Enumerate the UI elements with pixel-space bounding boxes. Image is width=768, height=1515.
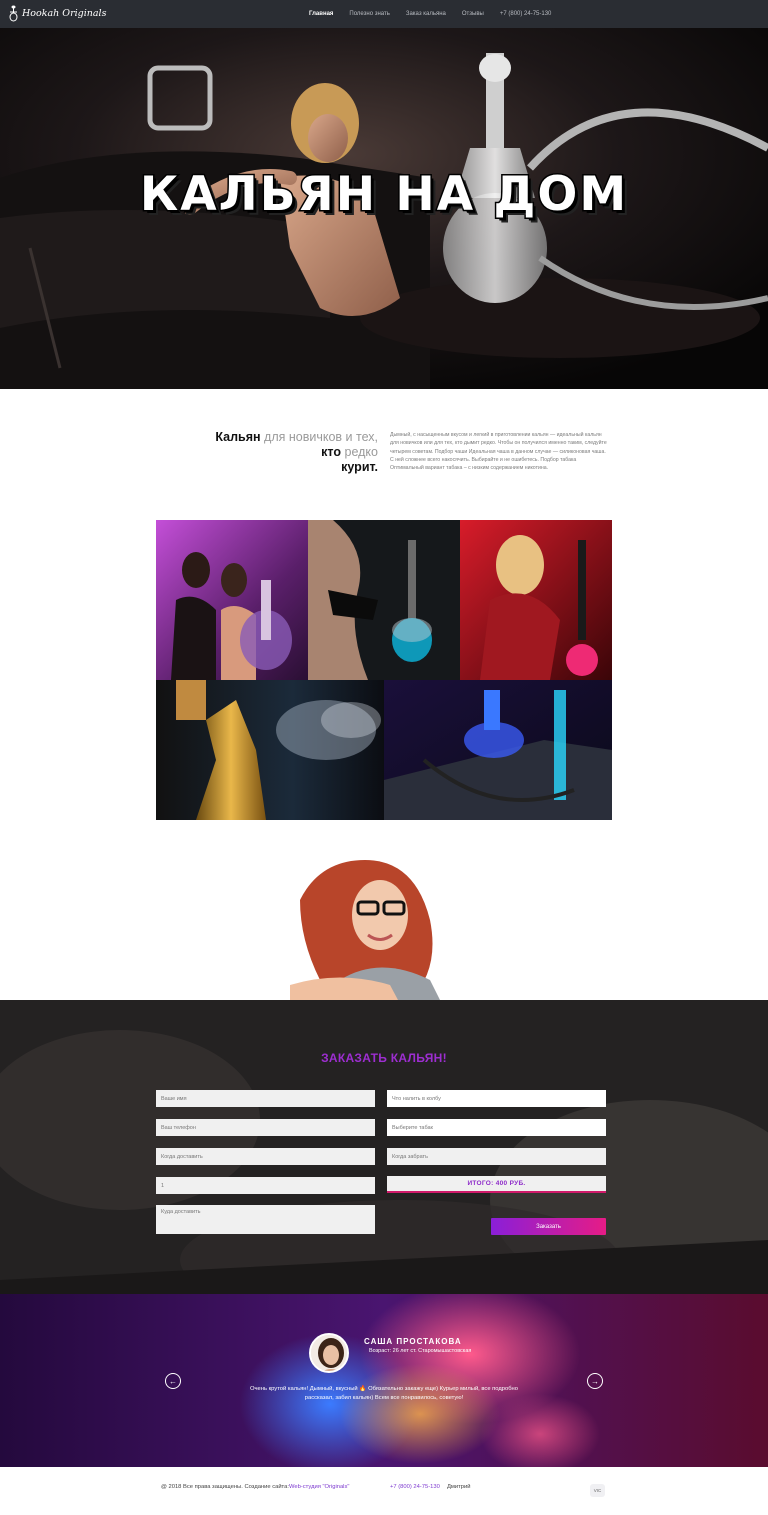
reviewer-info: Возраст: 26 лет ст. Старомышастовская — [369, 1348, 472, 1354]
order-background — [0, 1000, 768, 1294]
hookah-logo-icon — [9, 5, 18, 22]
intro-heading-part: Кальян — [215, 430, 261, 444]
footer-phone-link[interactable]: +7 (800) 24-75-130 — [390, 1484, 440, 1490]
intro-heading-part: кто — [321, 445, 342, 459]
gallery-photo[interactable] — [156, 680, 384, 820]
logo-text: Hookah Originals — [22, 8, 107, 19]
order-section: ЗАКАЗАТЬ КАЛЬЯН! Ваше имя Ваш телефон Ко… — [0, 1000, 768, 1294]
testimonial-background — [0, 1294, 768, 1467]
gold-hookah-photo — [156, 680, 384, 820]
intro-text: Дымный, с насыщенным вкусом и легкий в п… — [390, 432, 607, 472]
intro-heading-part: курит. — [341, 460, 378, 474]
navbar: Hookah Originals Главная Полезно знать З… — [0, 0, 768, 28]
footer-studio-link[interactable]: Web-студия "Originals" — [289, 1484, 349, 1490]
nav-link-useful[interactable]: Полезно знать — [349, 11, 389, 17]
logo[interactable]: Hookah Originals — [8, 5, 106, 22]
party-photo — [156, 520, 308, 680]
pickup-time-input[interactable]: Когда забрать — [387, 1148, 606, 1165]
hero-title: КАЛЬЯН НА ДОМ — [138, 166, 629, 224]
hero-banner: КАЛЬЯН НА ДОМ — [0, 28, 768, 389]
next-arrow-icon[interactable]: → — [587, 1373, 603, 1389]
flask-fill-select[interactable]: Что налить в колбу — [387, 1090, 606, 1107]
intro-heading: Кальян для новичков и тех, кто редко кур… — [200, 430, 378, 475]
footer-copyright: @ 2018 Все права защищены. Создание сайт… — [161, 1484, 289, 1490]
reviewer-avatar — [309, 1333, 349, 1373]
red-dress-photo — [460, 520, 612, 680]
order-title: ЗАКАЗАТЬ КАЛЬЯН! — [321, 1051, 447, 1065]
nav-link-reviews[interactable]: Отзывы — [462, 11, 484, 17]
quantity-input[interactable]: 1 — [156, 1177, 375, 1194]
tobacco-select[interactable]: Выберите табак — [387, 1119, 606, 1136]
prev-arrow-icon[interactable]: ← — [165, 1373, 181, 1389]
gallery-photo[interactable] — [460, 520, 612, 680]
photo-gallery — [156, 520, 612, 820]
intro-heading-part: для новичков и тех, — [260, 430, 378, 444]
nav-links: Главная Полезно знать Заказ кальяна Отзы… — [309, 0, 567, 28]
review-text: Очень крутой кальян! Дымный, вкусный 🔥 О… — [250, 1386, 518, 1401]
testimonial-section: САША ПРОСТАКОВА Возраст: 26 лет ст. Стар… — [0, 1294, 768, 1467]
nav-link-home[interactable]: Главная — [309, 11, 333, 17]
footer-badge[interactable]: VIC — [590, 1484, 605, 1497]
nav-link-phone[interactable]: +7 (800) 24-75-130 — [500, 11, 552, 17]
hookah-girl-photo — [308, 520, 460, 680]
reviewer-name: САША ПРОСТАКОВА — [364, 1337, 462, 1346]
intro-heading-part: редко — [341, 445, 379, 459]
name-input[interactable]: Ваше имя — [156, 1090, 375, 1107]
footer: @ 2018 Все права защищены. Создание сайт… — [0, 1467, 768, 1515]
gallery-photo[interactable] — [156, 520, 308, 680]
blue-hookah-photo — [384, 680, 612, 820]
address-textarea[interactable]: Куда доставить — [156, 1205, 375, 1234]
gallery-photo[interactable] — [308, 520, 460, 680]
delivery-time-input[interactable]: Когда доставить — [156, 1148, 375, 1165]
gallery-photo[interactable] — [384, 680, 612, 820]
footer-author: Дмитрий — [447, 1484, 471, 1490]
phone-input[interactable]: Ваш телефон — [156, 1119, 375, 1136]
nav-link-order[interactable]: Заказ кальяна — [406, 11, 446, 17]
submit-order-button[interactable]: Заказать — [491, 1218, 606, 1235]
order-total: ИТОГО: 400 РУБ. — [387, 1176, 606, 1193]
